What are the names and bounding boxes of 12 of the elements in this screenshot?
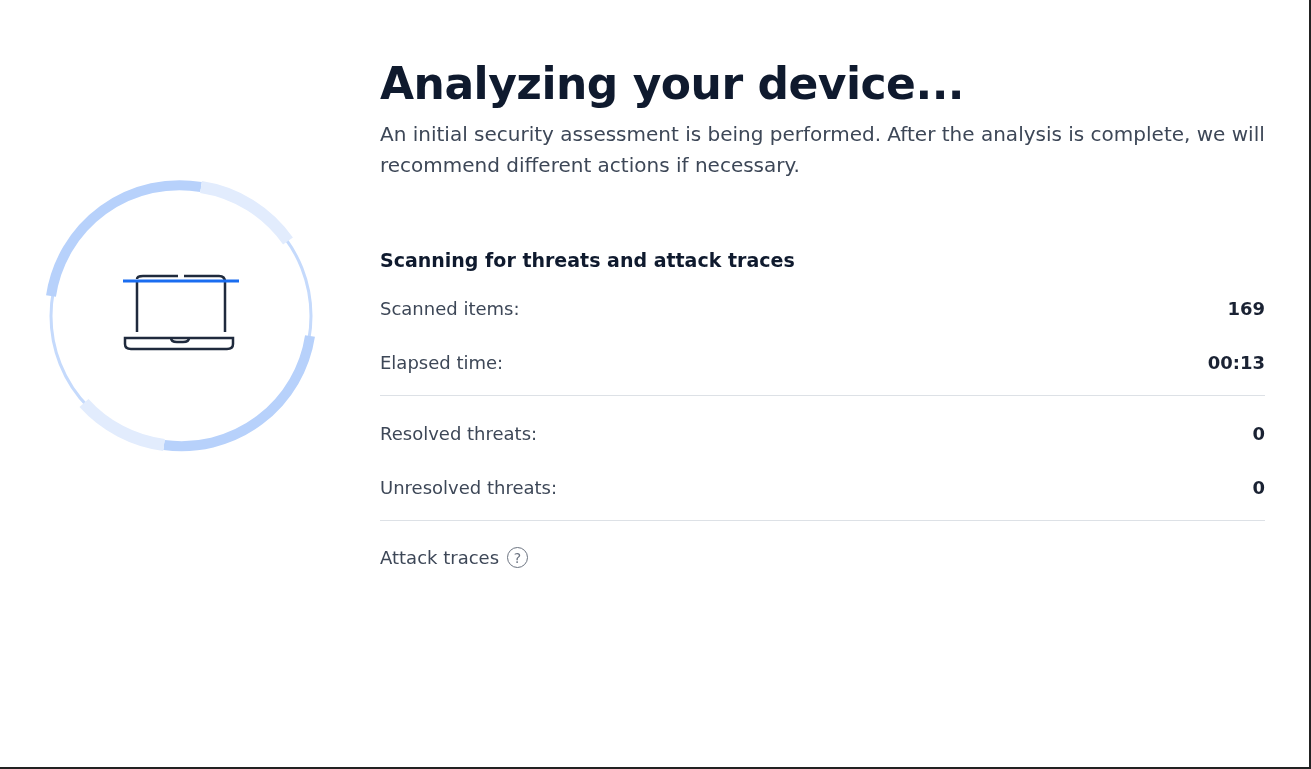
stat-label: Scanned items: xyxy=(380,297,520,319)
stat-label: Resolved threats: xyxy=(380,422,538,444)
stat-label: Elapsed time: xyxy=(380,351,504,373)
stat-value: 00:13 xyxy=(1207,351,1265,373)
section-heading: Scanning for threats and attack traces xyxy=(380,249,796,271)
stat-label: Unresolved threats: xyxy=(380,476,557,498)
stat-value: 0 xyxy=(1252,476,1265,498)
attack-traces-label: Attack traces xyxy=(380,547,500,568)
description: An initial security assessment is being performed. After the analysis is complete, we will recommend different actions if necessary. xyxy=(380,121,1265,179)
stat-value: 169 xyxy=(1227,297,1265,319)
stat-value: 0 xyxy=(1252,422,1265,444)
page-title: Analyzing your device... xyxy=(380,58,966,109)
